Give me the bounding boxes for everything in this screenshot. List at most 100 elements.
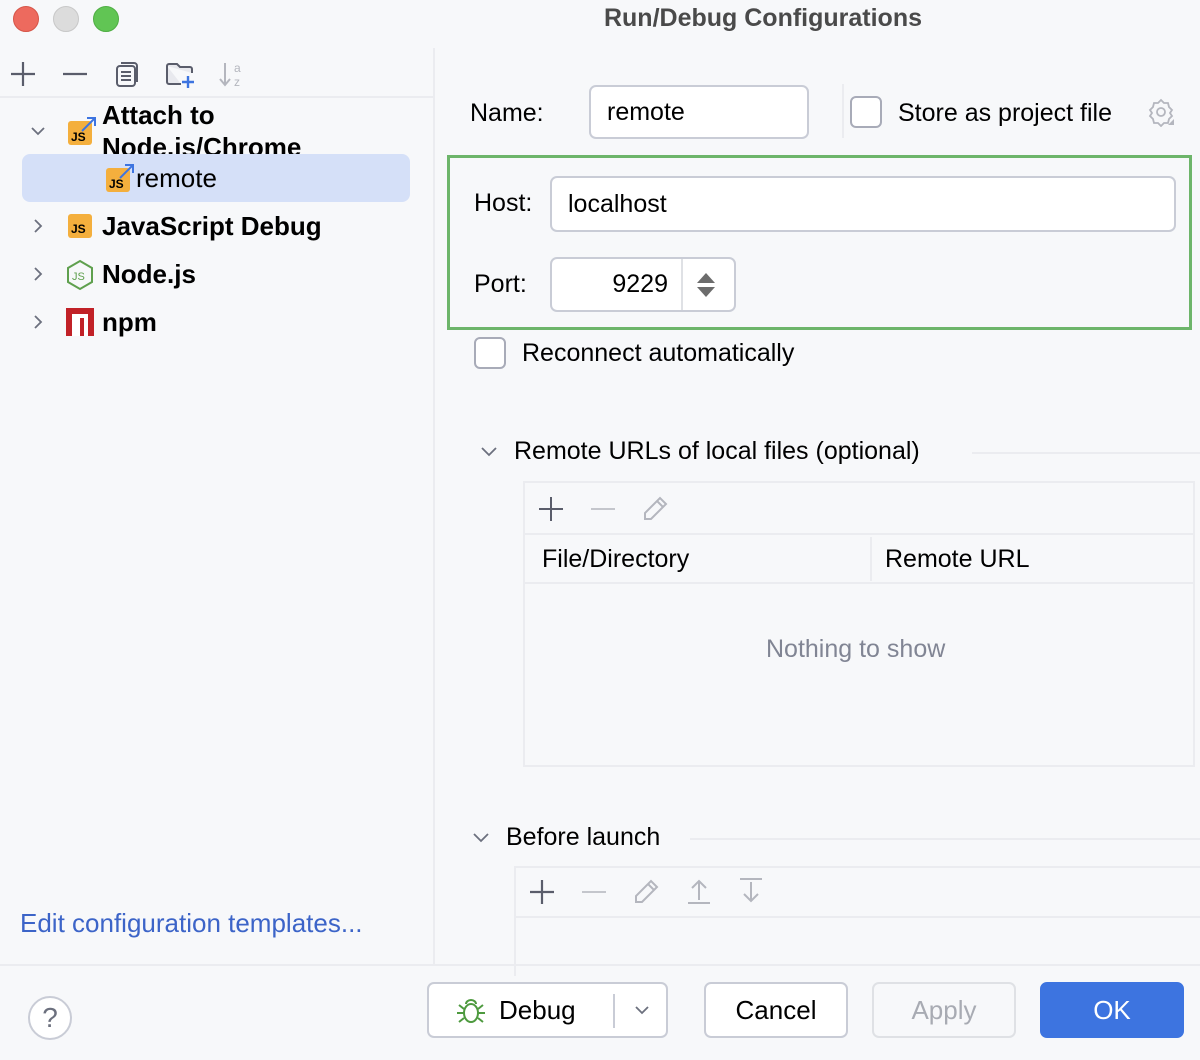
minus-icon [582, 891, 606, 893]
add-task-button[interactable] [528, 878, 556, 911]
arrow-up-icon [688, 879, 710, 904]
column-header-remote-url[interactable]: Remote URL [885, 543, 1030, 575]
column-header-file-directory[interactable]: File/Directory [542, 543, 689, 575]
debug-label: Debug [499, 994, 576, 1025]
tree-item-label: Node.js [102, 259, 196, 289]
remote-urls-section-title: Remote URLs of local files (optional) [514, 437, 920, 465]
debug-split-button: Debug [427, 982, 668, 1038]
add-configuration-button[interactable] [7, 58, 39, 90]
plus-icon [539, 497, 563, 521]
configurations-sidebar: az JS Attach to Node.js/Chrome JS remote… [0, 48, 435, 964]
tree-item-remote[interactable]: JS remote [22, 154, 410, 202]
cancel-button[interactable]: Cancel [704, 982, 848, 1038]
chevron-down-icon[interactable] [478, 440, 500, 462]
host-input-value: localhost [568, 189, 667, 218]
ok-label: OK [1093, 994, 1131, 1025]
cancel-label: Cancel [735, 994, 817, 1025]
edit-task-button[interactable] [632, 876, 662, 911]
bug-icon [455, 996, 487, 1033]
svg-text:JS: JS [72, 271, 85, 283]
empty-table-text: Nothing to show [766, 635, 946, 663]
npm-icon [66, 308, 94, 336]
apply-label: Apply [911, 994, 977, 1025]
port-input-value: 9229 [612, 270, 668, 298]
apply-button[interactable]: Apply [872, 982, 1016, 1038]
chevron-right-icon[interactable] [28, 264, 48, 284]
move-down-button[interactable] [736, 876, 766, 911]
window-title: Run/Debug Configurations [603, 4, 923, 32]
nodejs-icon: JS [65, 259, 93, 291]
new-folder-button[interactable] [164, 58, 196, 90]
arrow-down-icon [740, 878, 762, 903]
remove-configuration-button[interactable] [59, 58, 91, 90]
remove-remote-url-button[interactable] [589, 495, 617, 528]
edit-remote-url-button[interactable] [641, 493, 671, 528]
chevron-right-icon[interactable] [28, 312, 48, 332]
js-attach-icon: JS [68, 117, 96, 145]
plus-icon [11, 62, 35, 86]
tree-item-nodejs[interactable]: JS Node.js [22, 250, 410, 298]
divider [681, 259, 683, 310]
tree-item-npm[interactable]: npm [22, 298, 410, 346]
section-divider [972, 452, 1200, 454]
question-icon: ? [42, 1002, 58, 1033]
divider [842, 84, 844, 138]
minus-icon [63, 72, 87, 76]
sort-configurations-button[interactable]: az [216, 58, 248, 90]
name-input[interactable]: remote [589, 85, 809, 139]
chevron-down-icon[interactable] [470, 826, 492, 848]
dialog-footer: ? Debug Cancel Apply OK [0, 964, 1200, 1060]
help-button[interactable]: ? [28, 996, 72, 1040]
edit-configuration-templates-link[interactable]: Edit configuration templates... [20, 908, 363, 939]
copy-configuration-button[interactable] [111, 58, 143, 90]
divider [525, 533, 1193, 535]
name-label: Name: [470, 99, 544, 127]
section-divider [690, 838, 1200, 840]
folder-add-icon [166, 63, 194, 88]
svg-text:JS: JS [109, 177, 124, 191]
svg-text:JS: JS [71, 130, 86, 144]
svg-text:z: z [234, 75, 240, 89]
js-icon: JS [68, 214, 94, 240]
svg-text:JS: JS [71, 222, 86, 236]
chevron-down-icon[interactable] [28, 121, 48, 141]
reconnect-automatically-label: Reconnect automatically [522, 339, 795, 367]
chevron-right-icon[interactable] [28, 216, 48, 236]
column-separator[interactable] [870, 537, 872, 581]
sort-alpha-icon: az [219, 61, 241, 89]
divider [516, 916, 1200, 918]
copy-icon [116, 62, 138, 87]
tree-item-label: remote [136, 163, 217, 193]
add-remote-url-button[interactable] [537, 495, 565, 528]
reconnect-automatically-checkbox[interactable] [474, 337, 506, 369]
js-attach-icon: JS [106, 164, 134, 192]
store-as-project-file-label: Store as project file [898, 99, 1112, 127]
remove-task-button[interactable] [580, 878, 608, 911]
chevron-down-icon [635, 1006, 649, 1015]
tree-item-label: JavaScript Debug [102, 211, 322, 241]
name-input-value: remote [607, 97, 685, 126]
plus-icon [530, 880, 554, 904]
port-label: Port: [474, 270, 527, 298]
svg-text:a: a [234, 61, 241, 75]
tree-item-label: npm [102, 307, 157, 337]
port-spinner[interactable]: 9229 [550, 257, 736, 312]
pencil-icon [644, 496, 668, 520]
before-launch-section-title: Before launch [506, 823, 661, 851]
pencil-icon [635, 879, 659, 903]
remote-urls-table: File/Directory Remote URL Nothing to sho… [523, 481, 1195, 767]
debug-options-dropdown[interactable] [617, 984, 667, 1036]
sidebar-toolbar: az [0, 48, 433, 98]
store-as-project-file-checkbox[interactable] [850, 96, 882, 128]
minus-icon [591, 508, 615, 510]
before-launch-list [514, 866, 1200, 976]
gear-icon[interactable] [1146, 97, 1176, 128]
divider [525, 582, 1193, 584]
host-input[interactable]: localhost [550, 176, 1176, 232]
move-up-button[interactable] [684, 876, 714, 911]
ok-button[interactable]: OK [1040, 982, 1184, 1038]
tree-item-attach-nodejs-chrome[interactable]: JS Attach to Node.js/Chrome [22, 100, 410, 162]
debug-button[interactable]: Debug [429, 984, 613, 1036]
spinner-arrows-icon[interactable] [694, 272, 718, 305]
tree-item-javascript-debug[interactable]: JS JavaScript Debug [22, 202, 410, 250]
